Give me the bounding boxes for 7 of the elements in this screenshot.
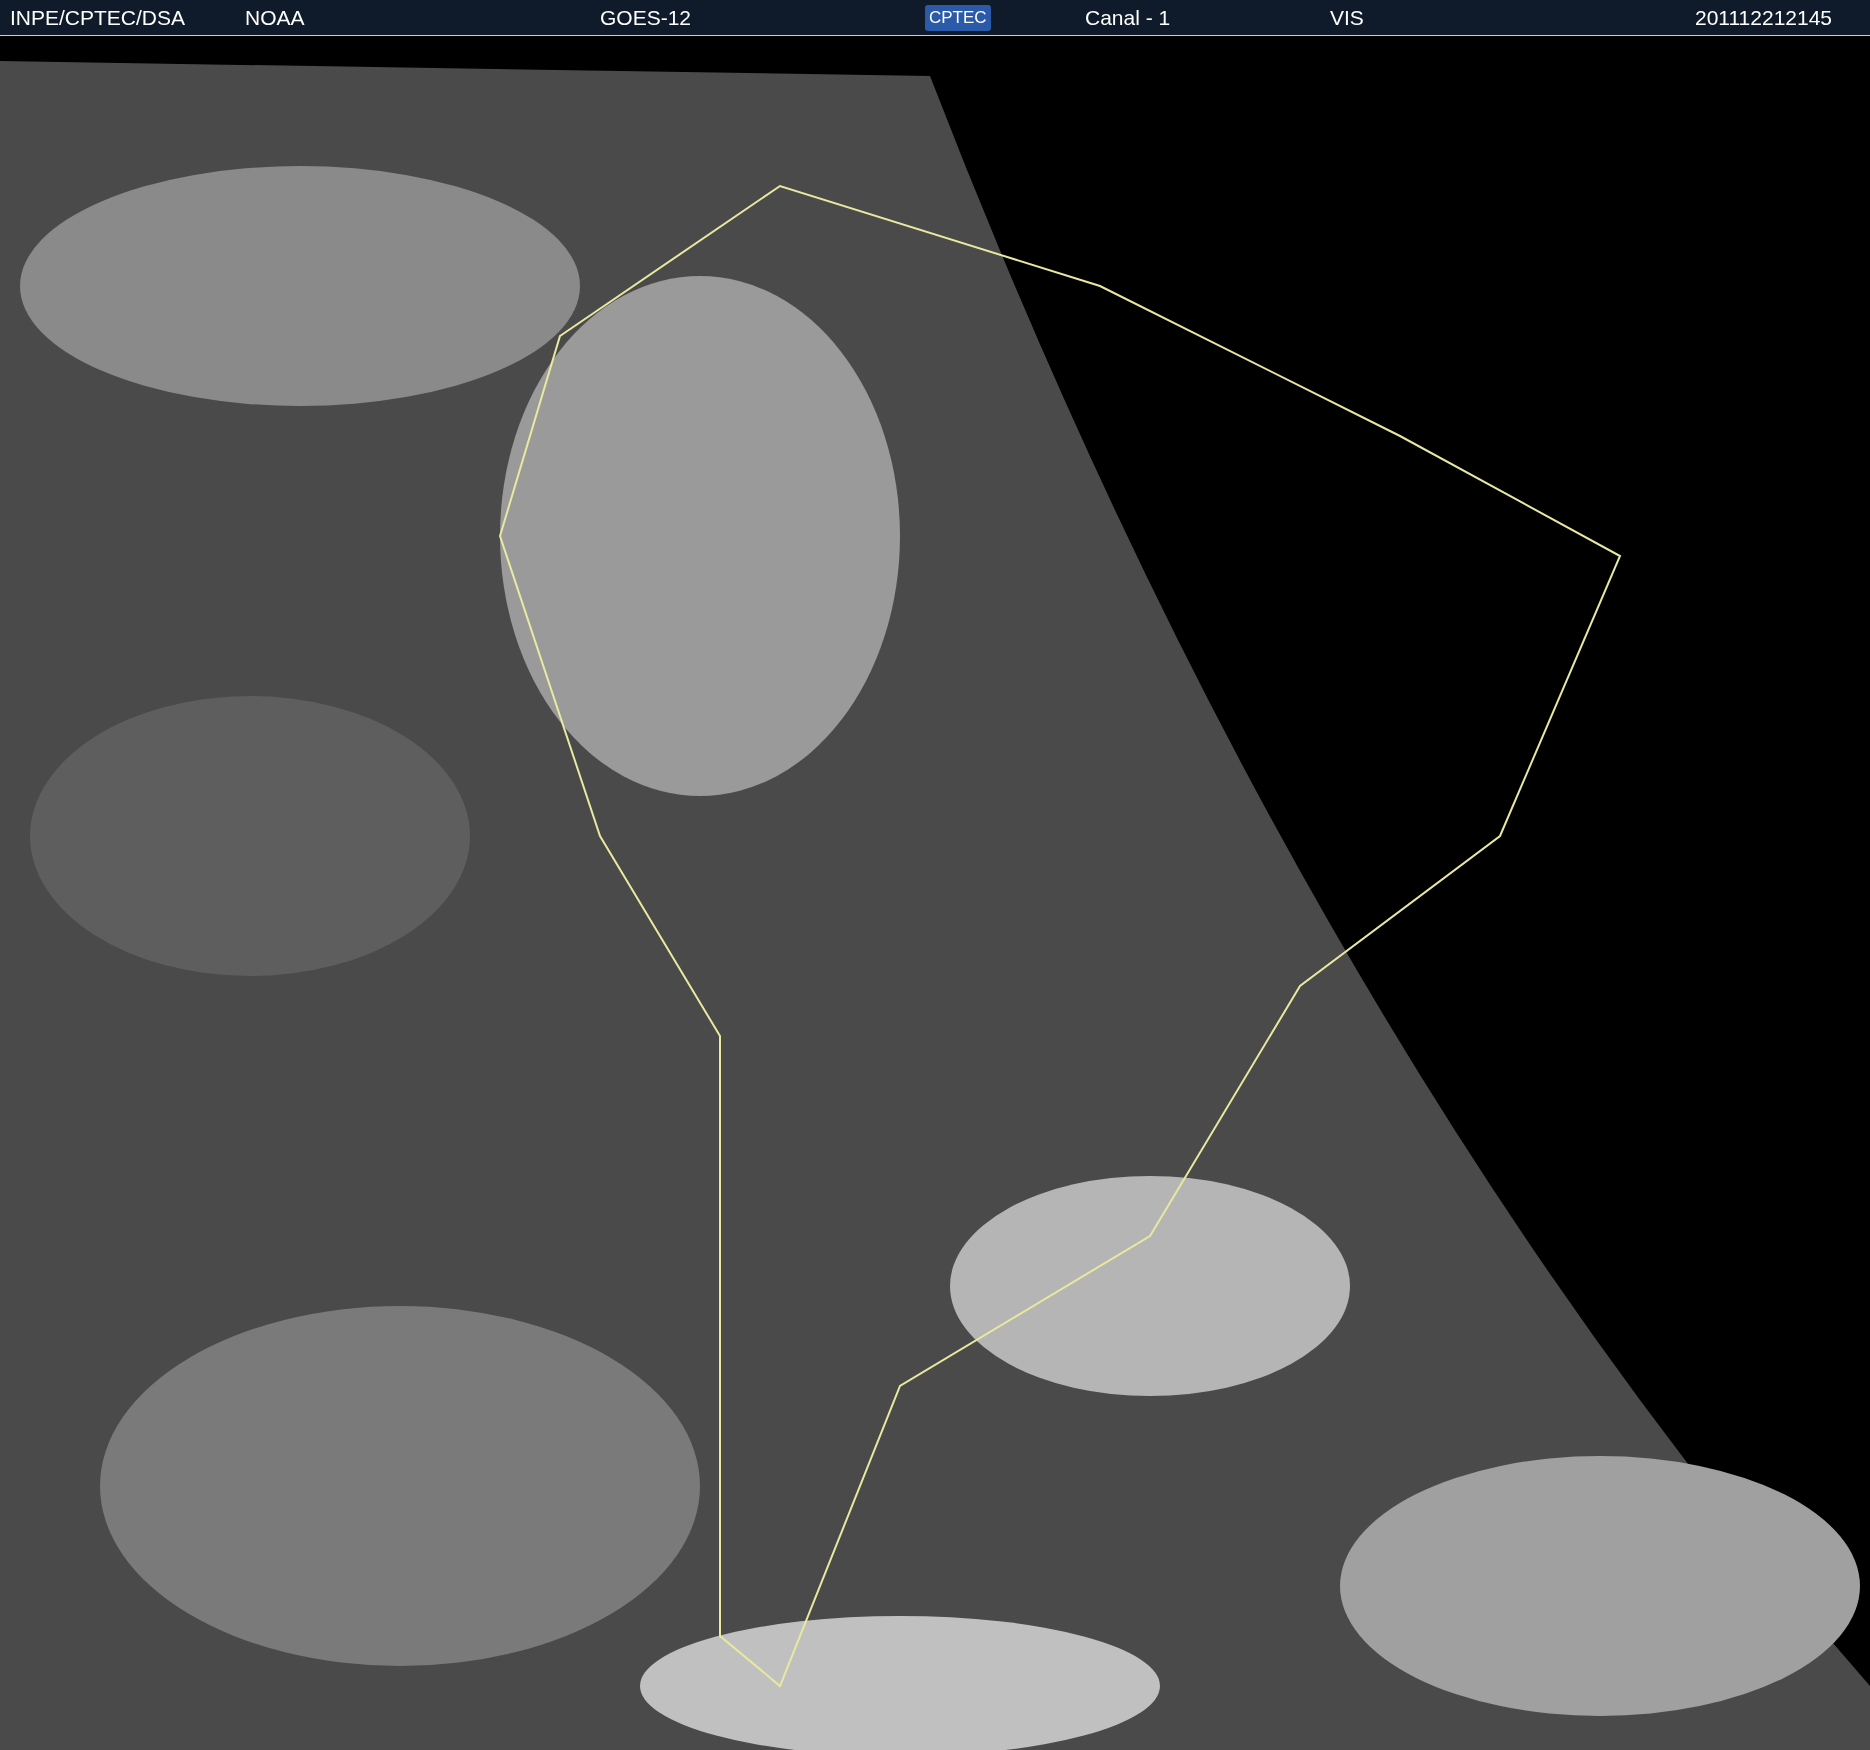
header-label: GOES-12 <box>600 5 693 30</box>
header-label: Canal - 1 <box>1085 5 1172 30</box>
header-label: VIS <box>1330 5 1365 30</box>
header-label: 201112212145 <box>1695 5 1833 30</box>
logo: CPTEC <box>925 4 991 31</box>
header-label: NOAA <box>245 5 306 30</box>
header-label: INPE/CPTEC/DSA <box>10 5 187 30</box>
